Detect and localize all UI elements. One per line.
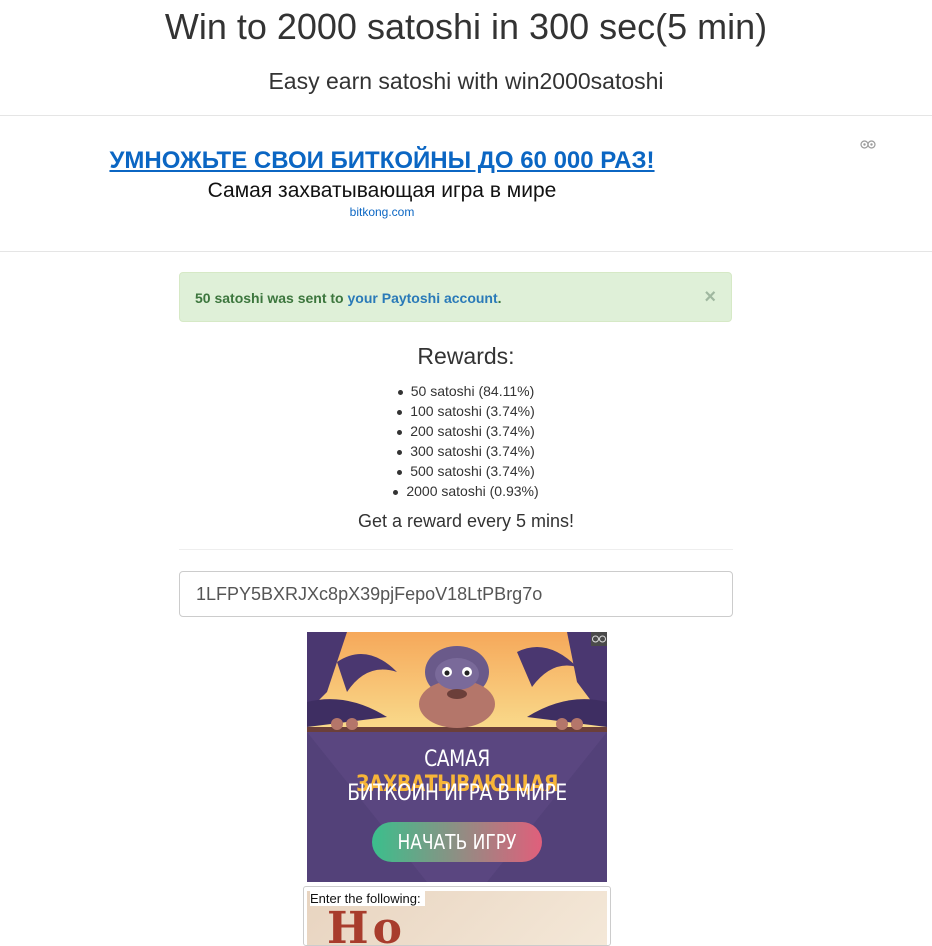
reward-label: 100 satoshi (3.74%)	[410, 403, 535, 419]
banner-subheadline: БИТКОИН ИГРА В МИРЕ	[347, 781, 567, 806]
ad-description: Самая захватывающая игра в мире	[207, 179, 557, 202]
bullet-icon	[393, 489, 399, 495]
banner-ad[interactable]: САМАЯ ЗАХВАТЫВАЮЩАЯ БИТКОИН ИГРА В МИРЕ …	[307, 632, 607, 882]
bitcoin-address-input[interactable]	[179, 571, 733, 617]
reward-label: 500 satoshi (3.74%)	[410, 463, 535, 479]
ad-network-icon[interactable]	[591, 632, 607, 646]
page-title: Win to 2000 satoshi in 300 sec(5 min)	[164, 6, 768, 47]
header-divider	[0, 115, 932, 116]
list-item: 200 satoshi (3.74%)	[0, 421, 932, 441]
bullet-icon	[397, 389, 403, 395]
list-item: 100 satoshi (3.74%)	[0, 401, 932, 421]
content-divider	[179, 549, 733, 550]
start-game-label: НАЧАТЬ ИГРУ	[397, 830, 517, 854]
banner-headline-plain: САМАЯ	[424, 747, 490, 772]
close-icon[interactable]: ×	[704, 287, 716, 307]
rewards-title: Rewards:	[417, 343, 515, 369]
captcha-box: Ho Enter the following:	[303, 886, 611, 946]
bullet-icon	[397, 449, 403, 455]
text-ad[interactable]: УМНОЖЬТЕ СВОИ БИТКОЙНЫ ДО 60 000 РАЗ! Са…	[108, 146, 656, 219]
reward-frequency-note: Get a reward every 5 mins!	[357, 511, 575, 531]
alert-text-after: .	[497, 290, 502, 306]
rewards-list: 50 satoshi (84.11%) 100 satoshi (3.74%) …	[0, 381, 932, 501]
list-item: 2000 satoshi (0.93%)	[0, 481, 932, 501]
start-game-button[interactable]: НАЧАТЬ ИГРУ	[372, 822, 542, 862]
reward-label: 50 satoshi (84.11%)	[410, 383, 535, 399]
ad-domain-link[interactable]: bitkong.com	[108, 205, 656, 219]
reward-label: 300 satoshi (3.74%)	[410, 443, 535, 459]
list-item: 300 satoshi (3.74%)	[0, 441, 932, 461]
reward-label: 2000 satoshi (0.93%)	[406, 483, 539, 499]
bullet-icon	[397, 429, 403, 435]
list-item: 50 satoshi (84.11%)	[0, 381, 932, 401]
reward-label: 200 satoshi (3.74%)	[410, 423, 535, 439]
success-alert: 50 satoshi was sent to your Paytoshi acc…	[179, 272, 732, 322]
bullet-icon	[397, 409, 403, 415]
paytoshi-account-link[interactable]: your Paytoshi account	[348, 290, 498, 306]
page-subtitle: Easy earn satoshi with win2000satoshi	[268, 68, 664, 94]
ad-network-icon[interactable]	[860, 138, 876, 151]
captcha-glyph: Ho	[327, 903, 406, 946]
bullet-icon	[397, 469, 403, 475]
ad-headline-link[interactable]: УМНОЖЬТЕ СВОИ БИТКОЙНЫ ДО 60 000 РАЗ!	[108, 146, 656, 176]
alert-message: 50 satoshi was sent to your Paytoshi acc…	[195, 290, 502, 306]
ad-divider	[0, 251, 932, 252]
list-item: 500 satoshi (3.74%)	[0, 461, 932, 481]
alert-text-before: 50 satoshi was sent to	[195, 290, 348, 306]
captcha-label: Enter the following:	[310, 891, 425, 906]
